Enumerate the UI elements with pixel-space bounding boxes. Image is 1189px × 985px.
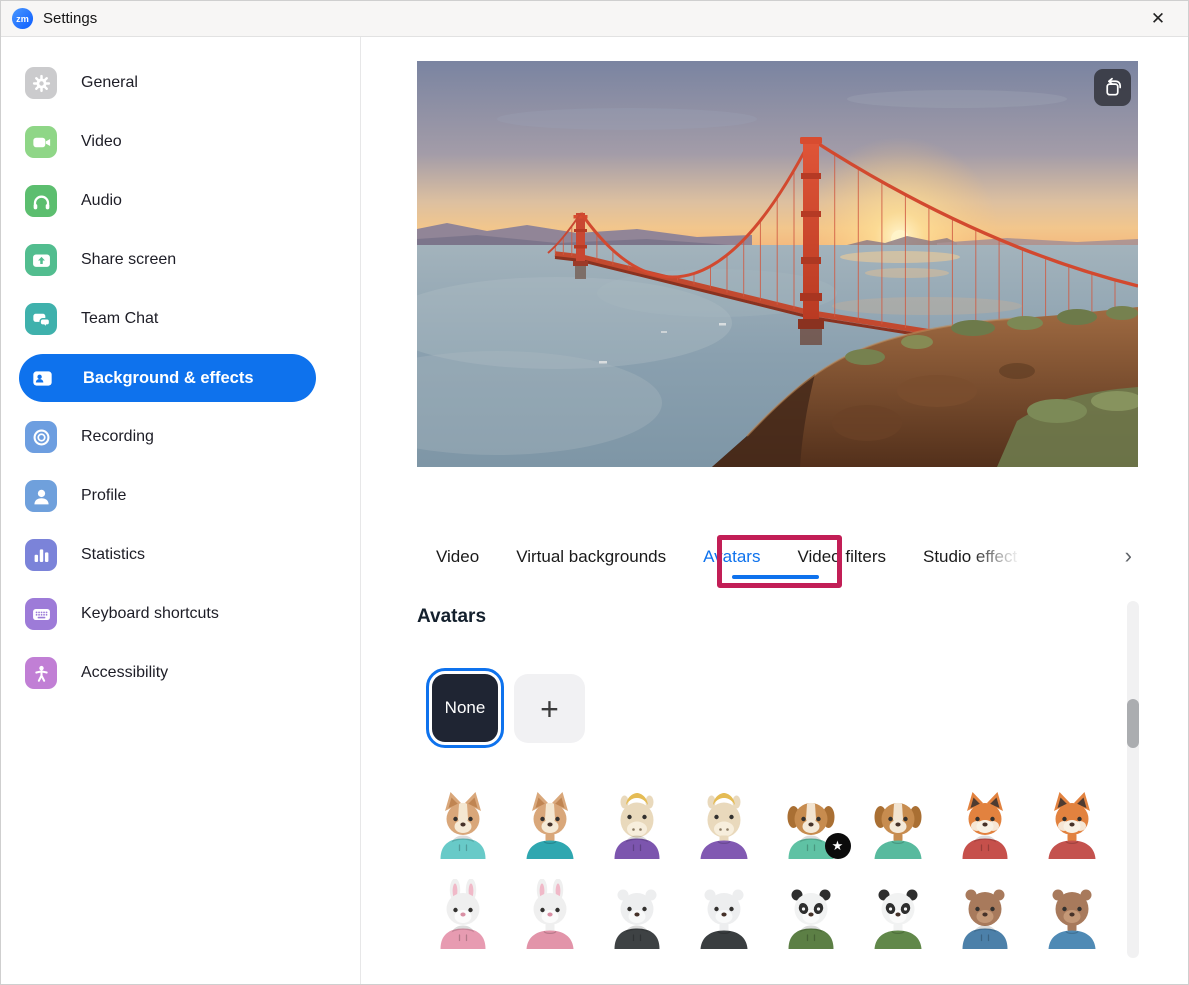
sidebar-item-label: Recording <box>81 428 154 446</box>
sidebar-item-label: Statistics <box>81 546 145 564</box>
close-icon[interactable]: ✕ <box>1136 1 1180 36</box>
avatar-polar-bear-gray-tshirt[interactable] <box>695 879 753 949</box>
avatar-panda-green-hoodie[interactable] <box>782 879 840 949</box>
avatar-horse-purple-tshirt[interactable] <box>695 789 753 859</box>
title-bar: zm Settings ✕ <box>1 1 1188 37</box>
star-badge-icon: ★ <box>825 833 851 859</box>
sidebar-item-label: Keyboard shortcuts <box>81 605 219 623</box>
avatar-beaver-blue-tshirt[interactable] <box>1043 879 1101 949</box>
tabs-overflow-chevron-icon[interactable]: › <box>1125 545 1132 567</box>
tab-studio-effect[interactable]: Studio effect <box>923 547 1017 567</box>
tab-video-filters[interactable]: Video filters <box>797 547 886 567</box>
sidebar-item-label: Profile <box>81 487 126 505</box>
person-icon <box>25 480 57 512</box>
background-preview-image <box>417 61 1138 467</box>
sidebar-item-label: General <box>81 74 138 92</box>
avatar-rabbit-pink-tshirt[interactable] <box>521 879 579 949</box>
tab-avatars[interactable]: Avatars <box>703 547 760 567</box>
scrollbar-thumb[interactable] <box>1127 699 1139 748</box>
background-effects-icon <box>25 361 59 395</box>
avatar-corgi-teal-tshirt[interactable] <box>521 789 579 859</box>
settings-window: zm Settings ✕ General Video Audio Share … <box>0 0 1189 985</box>
accessibility-icon <box>25 657 57 689</box>
tab-video[interactable]: Video <box>436 547 479 567</box>
sidebar-item-keyboard-shortcuts[interactable]: Keyboard shortcuts <box>19 590 316 638</box>
avatar-beaver-blue-hoodie[interactable] <box>956 879 1014 949</box>
avatar-panda-green-tshirt[interactable] <box>869 879 927 949</box>
avatar-beagle-green-tshirt[interactable] <box>869 789 927 859</box>
avatar-corgi-teal-hoodie[interactable] <box>434 789 492 859</box>
avatar-fox-red-hoodie[interactable] <box>956 789 1014 859</box>
chat-bubbles-icon <box>25 303 57 335</box>
rotate-icon[interactable] <box>1094 69 1131 106</box>
tab-virtual-backgrounds[interactable]: Virtual backgrounds <box>516 547 666 567</box>
avatar-beagle-green-hoodie[interactable]: ★ <box>782 789 840 859</box>
sidebar-item-label: Video <box>81 133 122 151</box>
avatar-none-button[interactable]: None <box>426 668 504 748</box>
add-avatar-button[interactable]: + <box>514 674 585 743</box>
avatar-none-label: None <box>432 674 498 742</box>
sidebar-item-label: Team Chat <box>81 310 158 328</box>
sidebar-item-profile[interactable]: Profile <box>19 472 316 520</box>
avatar-horse-purple-hoodie[interactable] <box>608 789 666 859</box>
sidebar-item-accessibility[interactable]: Accessibility <box>19 649 316 697</box>
sidebar-item-video[interactable]: Video <box>19 118 316 166</box>
sidebar-item-share-screen[interactable]: Share screen <box>19 236 316 284</box>
active-tab-underline <box>732 575 819 579</box>
avatar-grid: ★ <box>419 789 1115 949</box>
record-icon <box>25 421 57 453</box>
sidebar-item-team-chat[interactable]: Team Chat <box>19 295 316 343</box>
keyboard-icon <box>25 598 57 630</box>
window-title: Settings <box>43 10 97 27</box>
sidebar-item-label: Audio <box>81 192 122 210</box>
sidebar-item-statistics[interactable]: Statistics <box>19 531 316 579</box>
zoom-logo-icon: zm <box>11 7 34 30</box>
sidebar-item-label: Share screen <box>81 251 176 269</box>
sidebar-item-label: Accessibility <box>81 664 168 682</box>
avatars-heading: Avatars <box>417 606 486 628</box>
gear-icon <box>25 67 57 99</box>
sidebar-item-background-effects[interactable]: Background & effects <box>19 354 316 402</box>
avatar-polar-bear-gray-hoodie[interactable] <box>608 879 666 949</box>
sidebar-item-general[interactable]: General <box>19 59 316 107</box>
sidebar: General Video Audio Share screen Team Ch… <box>1 37 361 985</box>
avatar-fox-red-tshirt[interactable] <box>1043 789 1101 859</box>
share-screen-icon <box>25 244 57 276</box>
golden-gate-scene <box>417 61 1138 467</box>
sidebar-item-audio[interactable]: Audio <box>19 177 316 225</box>
headphones-icon <box>25 185 57 217</box>
sidebar-item-label: Background & effects <box>83 369 254 388</box>
sidebar-item-recording[interactable]: Recording <box>19 413 316 461</box>
scrollbar-track[interactable] <box>1127 601 1139 958</box>
bar-chart-icon <box>25 539 57 571</box>
svg-text:zm: zm <box>16 14 29 24</box>
main-panel: Video Virtual backgrounds Avatars Video fil… <box>361 37 1188 985</box>
avatar-rabbit-pink-hoodie[interactable] <box>434 879 492 949</box>
video-camera-icon <box>25 126 57 158</box>
